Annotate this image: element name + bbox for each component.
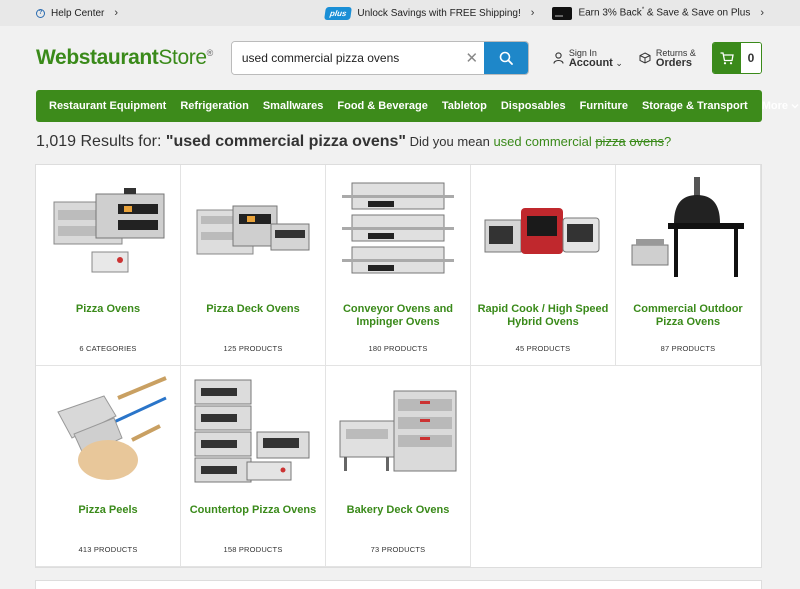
plus-badge: plus — [323, 6, 353, 20]
orders-label: Orders — [655, 57, 692, 69]
category-name: Pizza Deck Ovens — [206, 303, 300, 315]
nav-disposables[interactable]: Disposables — [494, 100, 573, 112]
search-button[interactable] — [483, 42, 528, 74]
conveyor-oven-image — [336, 175, 460, 285]
cart-count: 0 — [740, 43, 761, 73]
category-name: Pizza Peels — [78, 504, 138, 516]
category-name: Countertop Pizza Ovens — [189, 504, 317, 516]
category-nav: Restaurant Equipment Refrigeration Small… — [36, 90, 799, 122]
site-logo[interactable]: WebstaurantStore® — [36, 46, 213, 70]
category-count: 413 PRODUCTS — [78, 545, 138, 554]
nav-restaurant-equipment[interactable]: Restaurant Equipment — [42, 100, 173, 112]
category-card-outdoor-pizza-ovens[interactable]: Commercial Outdoor Pizza Ovens 87 PRODUC… — [616, 165, 761, 366]
nav-food-beverage[interactable]: Food & Beverage — [330, 100, 434, 112]
category-name: Rapid Cook / High Speed Hybrid Ovens — [477, 303, 609, 328]
nav-refrigeration[interactable]: Refrigeration — [173, 100, 255, 112]
category-count: 125 PRODUCTS — [223, 344, 283, 353]
category-name: Pizza Ovens — [75, 303, 141, 315]
box-icon — [639, 52, 651, 64]
help-center-link[interactable]: ? Help Center › — [36, 7, 118, 19]
search-icon — [499, 51, 513, 65]
pizza-peel-image — [46, 376, 170, 486]
user-icon — [553, 52, 564, 64]
empty-cell — [616, 366, 761, 567]
account-label: Account — [568, 57, 613, 69]
category-count: 45 PRODUCTS — [515, 344, 571, 353]
free-shipping-text: Unlock Savings with FREE Shipping! — [357, 7, 521, 19]
category-name: Bakery Deck Ovens — [346, 504, 450, 516]
category-card-pizza-peels[interactable]: Pizza Peels 413 PRODUCTS — [36, 366, 181, 567]
suggestion-link[interactable]: used commercial pizza ovens? — [493, 134, 671, 149]
bakery-oven-image — [336, 376, 460, 486]
utility-bar: ? Help Center › plus Unlock Savings with… — [0, 0, 800, 26]
search-input[interactable] — [231, 42, 460, 74]
nav-furniture[interactable]: Furniture — [573, 100, 635, 112]
credit-card-promo[interactable]: Earn 3% Back* & Save & Save on Plus › — [552, 6, 764, 20]
account-menu[interactable]: Sign In Account ⌄ — [553, 48, 623, 69]
category-count: 87 PRODUCTS — [660, 344, 716, 353]
deck-oven-image — [191, 175, 315, 285]
returns-orders-link[interactable]: Returns & Orders — [639, 48, 696, 69]
countertop-oven-image — [191, 376, 315, 486]
chevron-right-icon: › — [530, 7, 535, 19]
free-shipping-promo[interactable]: plus Unlock Savings with FREE Shipping! … — [323, 6, 535, 20]
category-card-rapid-cook-ovens[interactable]: Rapid Cook / High Speed Hybrid Ovens 45 … — [471, 165, 616, 366]
category-grid: Pizza Ovens 6 CATEGORIES Pizza Deck Oven… — [35, 164, 762, 568]
pizza-oven-image — [46, 175, 170, 285]
category-card-bakery-deck-ovens[interactable]: Bakery Deck Ovens 73 PRODUCTS — [326, 366, 471, 567]
empty-cell — [471, 366, 616, 567]
nav-smallwares[interactable]: Smallwares — [256, 100, 331, 112]
help-icon: ? — [36, 8, 45, 18]
nav-tabletop[interactable]: Tabletop — [435, 100, 494, 112]
category-count: 73 PRODUCTS — [370, 545, 426, 554]
cart-button[interactable]: 0 — [711, 42, 762, 74]
results-heading: 1,019 Results for: "used commercial pizz… — [36, 133, 672, 150]
chevron-down-icon — [791, 104, 799, 109]
did-you-mean-label: Did you mean — [406, 134, 494, 149]
category-card-conveyor-ovens[interactable]: Conveyor Ovens and Impinger Ovens 180 PR… — [326, 165, 471, 366]
chevron-down-icon: ⌄ — [615, 58, 623, 68]
outdoor-oven-image — [626, 175, 750, 285]
credit-card-icon — [552, 6, 573, 20]
credit-card-promo-text: Earn 3% Back* & Save & Save on Plus — [578, 7, 751, 19]
help-center-label: Help Center — [51, 7, 105, 19]
results-count: 1,019 — [36, 133, 77, 150]
cart-icon — [720, 51, 734, 64]
site-header: WebstaurantStore® ✕ Sign InAccount ⌄ Ret… — [0, 26, 800, 90]
category-count: 158 PRODUCTS — [223, 545, 283, 554]
rapid-cook-oven-image — [481, 175, 605, 285]
search-bar: ✕ — [230, 41, 529, 75]
category-name: Conveyor Ovens and Impinger Ovens — [342, 303, 454, 328]
category-count: 180 PRODUCTS — [368, 344, 428, 353]
chevron-right-icon: › — [760, 7, 764, 19]
filter-bar — [35, 580, 762, 589]
nav-more[interactable]: More — [755, 100, 800, 112]
category-card-countertop-pizza-ovens[interactable]: Countertop Pizza Ovens 158 PRODUCTS — [181, 366, 326, 567]
category-card-pizza-deck-ovens[interactable]: Pizza Deck Ovens 125 PRODUCTS — [181, 165, 326, 366]
category-card-pizza-ovens[interactable]: Pizza Ovens 6 CATEGORIES — [36, 165, 181, 366]
category-count: 6 CATEGORIES — [79, 344, 137, 353]
chevron-right-icon: › — [114, 7, 119, 19]
clear-search-icon[interactable]: ✕ — [460, 42, 484, 74]
category-name: Commercial Outdoor Pizza Ovens — [633, 303, 743, 328]
results-query: "used commercial pizza ovens" — [165, 133, 407, 150]
nav-storage-transport[interactable]: Storage & Transport — [635, 100, 755, 112]
